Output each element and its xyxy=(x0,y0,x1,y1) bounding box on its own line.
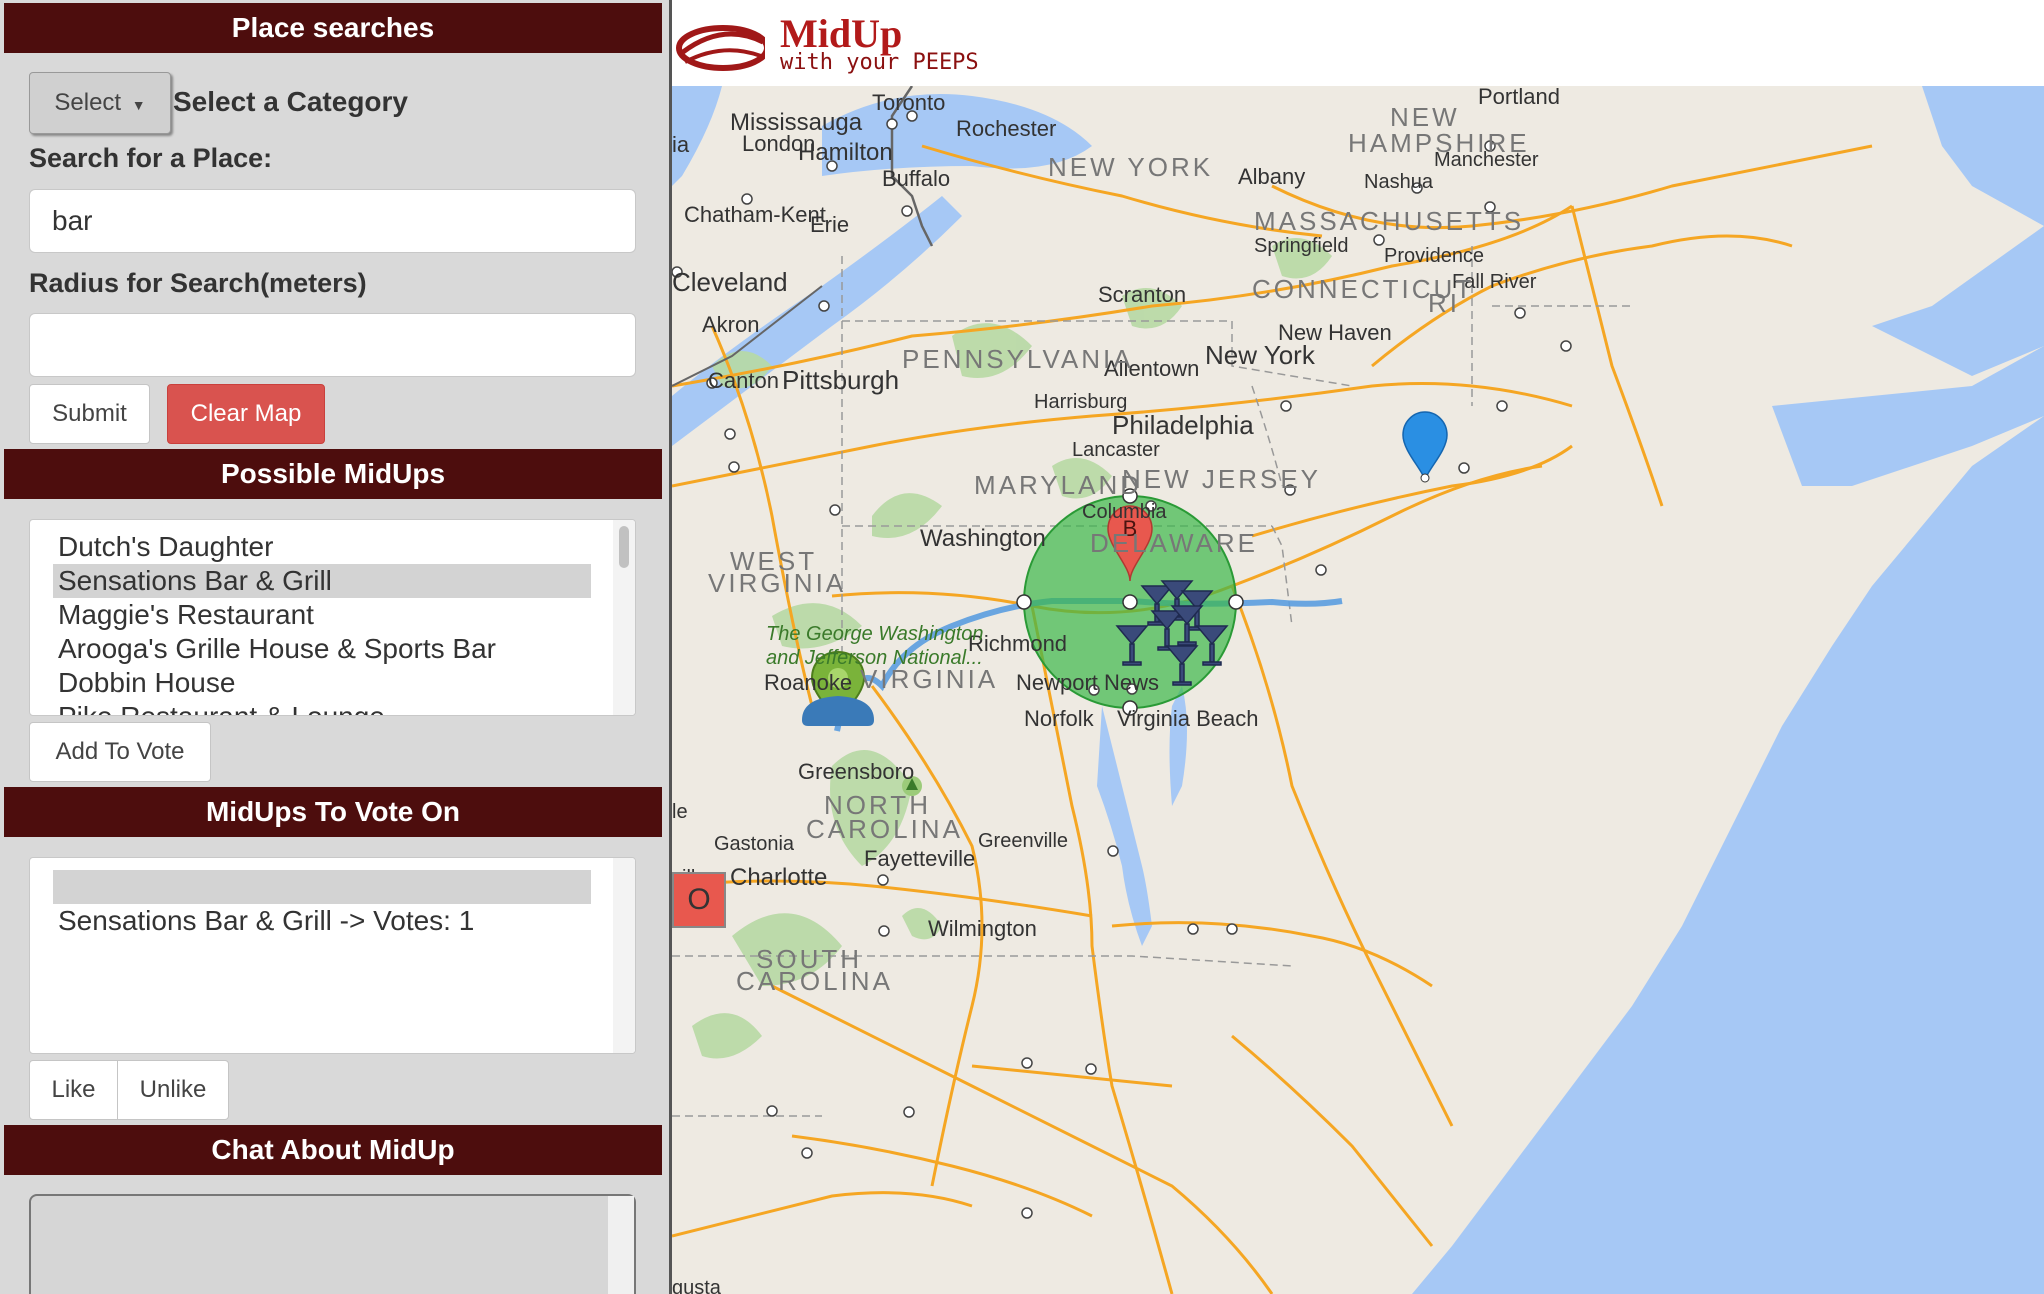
state-label: HAMPSHIRE xyxy=(1348,128,1530,158)
city-label: Canton xyxy=(708,368,779,393)
vote-item-selected[interactable] xyxy=(53,870,591,904)
midup-logo-icon xyxy=(676,25,765,71)
city-label: Albany xyxy=(1238,164,1305,189)
radius-input[interactable] xyxy=(29,313,636,377)
city-label: gusta xyxy=(672,1277,722,1294)
list-item[interactable]: Dobbin House xyxy=(30,666,635,700)
city-label: Providence xyxy=(1384,245,1484,267)
map-side-button[interactable]: O xyxy=(672,872,726,928)
state-label: NEW YORK xyxy=(1048,152,1213,182)
city-label: Wilmington xyxy=(928,916,1037,941)
state-label: NEW JERSEY xyxy=(1122,464,1321,494)
state-label: PENNSYLVANIA xyxy=(902,344,1134,374)
chat-scrollbar[interactable] xyxy=(608,1196,634,1294)
city-label: ia xyxy=(672,132,690,157)
city-label: Springfield xyxy=(1254,235,1349,257)
submit-button[interactable]: Submit xyxy=(29,384,150,444)
city-label: Pittsburgh xyxy=(782,365,899,395)
place-searches-header: Place searches xyxy=(4,3,662,53)
unlike-button[interactable]: Unlike xyxy=(117,1060,229,1120)
state-label: VIRGINIA xyxy=(708,568,846,598)
svg-text:and Jefferson National...: and Jefferson National... xyxy=(766,647,983,669)
select-label: Select xyxy=(54,89,122,116)
possible-midups-header: Possible MidUps xyxy=(4,449,662,499)
city-label: Roanoke xyxy=(764,670,852,695)
radius-label: Radius for Search(meters) xyxy=(29,268,367,298)
vote-header: MidUps To Vote On xyxy=(4,787,662,837)
city-label: Hamilton xyxy=(798,139,893,166)
list-scrollbar[interactable] xyxy=(613,520,635,715)
logo-tagline: with your PEEPS xyxy=(780,50,979,75)
state-label: CAROLINA xyxy=(806,814,963,844)
add-to-vote-button[interactable]: Add To Vote xyxy=(29,722,211,782)
state-label: DELAWARE xyxy=(1090,528,1258,558)
search-label: Search for a Place: xyxy=(29,143,273,173)
city-label: Newport News xyxy=(1016,670,1159,695)
city-label: Greenville xyxy=(978,830,1068,852)
svg-text:The George Washington: The George Washington xyxy=(766,623,984,645)
city-label: Toronto xyxy=(872,90,945,115)
map-canvas[interactable]: B Toronto Mississauga ia London Hamilton… xyxy=(672,86,2044,1294)
list-item[interactable]: Maggie's Restaurant xyxy=(30,598,635,632)
city-label: Scranton xyxy=(1098,282,1186,307)
city-label: Rochester xyxy=(956,116,1056,141)
list-item[interactable]: Dutch's Daughter xyxy=(30,530,635,564)
vote-scrollbar[interactable] xyxy=(613,858,635,1053)
state-label: MASSACHUSETTS xyxy=(1254,206,1524,236)
state-label: MARYLAND xyxy=(974,470,1142,500)
city-label: Norfolk xyxy=(1024,706,1095,731)
clear-map-button[interactable]: Clear Map xyxy=(167,384,325,444)
city-label: Cleveland xyxy=(672,267,788,297)
list-item[interactable]: Pike Restaurant & Lounge xyxy=(30,700,635,715)
city-label: Akron xyxy=(702,312,759,337)
scrollbar-thumb[interactable] xyxy=(619,526,629,568)
city-label: le xyxy=(672,801,688,823)
city-label: Gastonia xyxy=(714,833,795,855)
category-label: Select a Category xyxy=(173,86,408,117)
city-label: Charlotte xyxy=(730,864,827,891)
city-label: Erie xyxy=(810,212,849,237)
city-label: Portland xyxy=(1478,86,1560,109)
state-label: RI xyxy=(1428,288,1460,318)
list-item[interactable]: Arooga's Grille House & Sports Bar xyxy=(30,632,635,666)
possible-midups-list[interactable]: Dutch's Daughter Sensations Bar & Grill … xyxy=(29,519,636,716)
city-label: Buffalo xyxy=(882,166,950,191)
city-label: Lancaster xyxy=(1072,439,1160,461)
caret-down-icon: ▼ xyxy=(131,97,146,113)
logo-bar: MidUp with your PEEPS xyxy=(672,0,2044,86)
search-input[interactable]: bar xyxy=(29,189,636,253)
city-label: Chatham-Kent xyxy=(684,202,826,227)
city-label: Columbia xyxy=(1082,501,1167,523)
city-label: Washington xyxy=(920,525,1046,552)
sidebar: Place searches Select ▼ Select a Categor… xyxy=(0,0,672,1294)
category-select-button[interactable]: Select ▼ xyxy=(29,72,171,134)
chat-box[interactable] xyxy=(29,1194,636,1294)
map[interactable]: B Toronto Mississauga ia London Hamilton… xyxy=(672,86,2044,1294)
city-label: Virginia Beach xyxy=(1117,706,1258,731)
vote-list[interactable]: Sensations Bar & Grill -> Votes: 1 xyxy=(29,857,636,1054)
vote-item[interactable]: Sensations Bar & Grill -> Votes: 1 xyxy=(30,904,635,938)
city-label: Philadelphia xyxy=(1112,410,1254,440)
city-label: Fayetteville xyxy=(864,846,975,871)
like-button[interactable]: Like xyxy=(29,1060,118,1120)
chat-header: Chat About MidUp xyxy=(4,1125,662,1175)
city-label: Greensboro xyxy=(798,759,914,784)
state-label: CAROLINA xyxy=(736,966,893,996)
city-label: New York xyxy=(1205,340,1316,370)
city-label: Nashua xyxy=(1364,171,1434,193)
list-item-selected[interactable]: Sensations Bar & Grill xyxy=(53,564,591,598)
